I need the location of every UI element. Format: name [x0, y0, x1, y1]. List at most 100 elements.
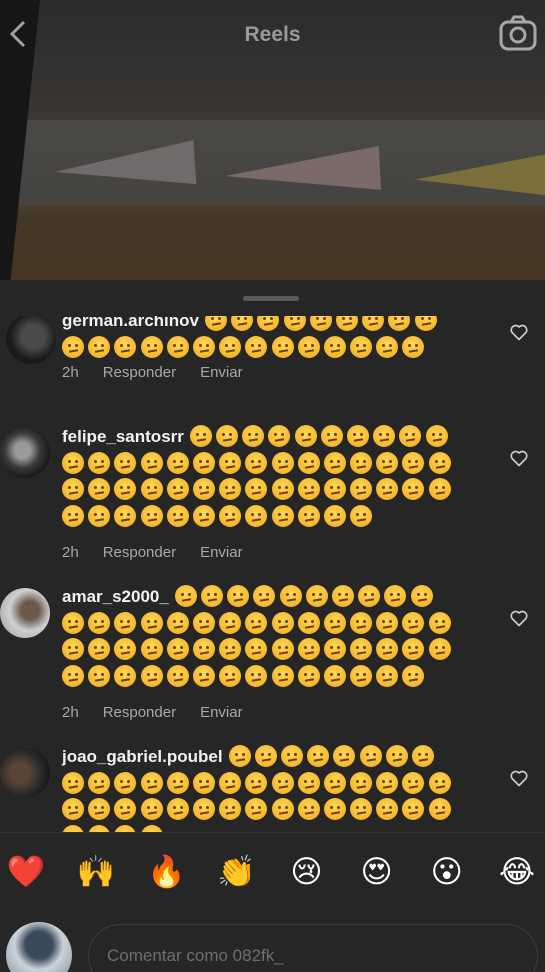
- raised-eyebrow-emoji-icon: [376, 478, 399, 500]
- raised-eyebrow-emoji-icon: [88, 478, 111, 500]
- raised-eyebrow-emoji-icon: [166, 451, 189, 474]
- heart-outline-icon[interactable]: [509, 608, 529, 628]
- raised-eyebrow-emoji-icon: [320, 425, 343, 447]
- emoji-line: [228, 745, 439, 767]
- emoji-line: [62, 451, 455, 474]
- comment-username[interactable]: joao_gabriel.poubel: [62, 747, 223, 766]
- raised-eyebrow-emoji-icon: [376, 638, 399, 660]
- quick-reactions-bar: ❤️ 🙌 🔥 👏 😢 😍 😮 😂: [0, 832, 545, 912]
- reaction-crying-face[interactable]: 😢: [287, 853, 327, 893]
- raised-eyebrow-emoji-icon: [62, 478, 84, 500]
- raised-eyebrow-emoji-icon: [350, 611, 373, 634]
- comment-input[interactable]: Comentar como 082fk_: [88, 924, 538, 972]
- raised-eyebrow-emoji-icon: [140, 771, 163, 794]
- raised-eyebrow-emoji-icon: [335, 316, 358, 331]
- raised-eyebrow-emoji-icon: [62, 664, 84, 687]
- avatar[interactable]: [6, 316, 56, 364]
- raised-eyebrow-emoji-icon: [62, 504, 84, 527]
- avatar[interactable]: [0, 588, 50, 638]
- raised-eyebrow-emoji-icon: [373, 425, 396, 447]
- raised-eyebrow-emoji-icon: [219, 638, 242, 660]
- comment-username[interactable]: german.archinov: [62, 316, 199, 330]
- raised-eyebrow-emoji-icon: [297, 664, 320, 687]
- raised-eyebrow-emoji-icon: [192, 664, 215, 687]
- raised-eyebrow-emoji-icon: [88, 451, 111, 474]
- raised-eyebrow-emoji-icon: [140, 451, 163, 474]
- heart-outline-icon[interactable]: [509, 768, 529, 788]
- raised-eyebrow-emoji-icon: [402, 664, 425, 687]
- raised-eyebrow-emoji-icon: [428, 771, 451, 794]
- raised-eyebrow-emoji-icon: [192, 504, 215, 527]
- raised-eyebrow-emoji-icon: [216, 425, 239, 447]
- raised-eyebrow-emoji-icon: [140, 504, 163, 527]
- emoji-line: [62, 335, 429, 358]
- send-button[interactable]: Enviar: [200, 364, 243, 381]
- raised-eyebrow-emoji-icon: [205, 316, 227, 331]
- raised-eyebrow-emoji-icon: [114, 824, 137, 832]
- raised-eyebrow-emoji-icon: [88, 824, 111, 832]
- raised-eyebrow-emoji-icon: [219, 664, 242, 687]
- chevron-left-icon[interactable]: [6, 18, 30, 50]
- raised-eyebrow-emoji-icon: [192, 638, 215, 660]
- avatar[interactable]: [0, 748, 50, 798]
- raised-eyebrow-emoji-icon: [114, 504, 137, 527]
- raised-eyebrow-emoji-icon: [428, 798, 451, 820]
- reply-button[interactable]: Responder: [103, 364, 176, 381]
- comments-sheet: german.archinov 2h Responder Enviar feli…: [0, 280, 545, 972]
- reaction-clapping-hands[interactable]: 👏: [216, 853, 256, 893]
- drag-handle[interactable]: [243, 296, 299, 301]
- raised-eyebrow-emoji-icon: [280, 745, 303, 767]
- raised-eyebrow-emoji-icon: [385, 745, 408, 767]
- raised-eyebrow-emoji-icon: [425, 425, 448, 447]
- raised-eyebrow-emoji-icon: [347, 425, 370, 447]
- comment-username[interactable]: felipe_santosrr: [62, 427, 184, 446]
- reaction-surprised-face[interactable]: 😮: [427, 853, 467, 893]
- emoji-line: [174, 585, 437, 607]
- raised-eyebrow-emoji-icon: [62, 451, 84, 474]
- heart-outline-icon[interactable]: [509, 448, 529, 468]
- reaction-laughing-face[interactable]: 😂: [497, 853, 537, 893]
- raised-eyebrow-emoji-icon: [359, 745, 382, 767]
- reaction-raising-hands[interactable]: 🙌: [76, 853, 116, 893]
- raised-eyebrow-emoji-icon: [358, 585, 381, 607]
- raised-eyebrow-emoji-icon: [350, 504, 373, 527]
- avatar[interactable]: [0, 428, 50, 478]
- raised-eyebrow-emoji-icon: [192, 611, 215, 634]
- raised-eyebrow-emoji-icon: [219, 504, 242, 527]
- comment-composer: Comentar como 082fk_: [0, 914, 545, 972]
- raised-eyebrow-emoji-icon: [219, 335, 242, 358]
- reaction-fire[interactable]: 🔥: [146, 853, 186, 893]
- reel-video[interactable]: Reels: [0, 0, 545, 290]
- raised-eyebrow-emoji-icon: [333, 745, 356, 767]
- raised-eyebrow-emoji-icon: [428, 638, 451, 660]
- raised-eyebrow-emoji-icon: [402, 611, 425, 634]
- pennant: [223, 145, 382, 199]
- reply-button[interactable]: Responder: [103, 704, 176, 721]
- raised-eyebrow-emoji-icon: [297, 638, 320, 660]
- camera-icon[interactable]: [499, 14, 537, 52]
- raised-eyebrow-emoji-icon: [245, 335, 268, 358]
- raised-eyebrow-emoji-icon: [219, 798, 242, 820]
- raised-eyebrow-emoji-icon: [192, 771, 215, 794]
- raised-eyebrow-emoji-icon: [192, 451, 215, 474]
- raised-eyebrow-emoji-icon: [297, 771, 320, 794]
- send-button[interactable]: Enviar: [200, 544, 243, 561]
- raised-eyebrow-emoji-icon: [362, 316, 385, 331]
- raised-eyebrow-emoji-icon: [410, 585, 433, 607]
- comment-username[interactable]: amar_s2000_: [62, 587, 169, 606]
- raised-eyebrow-emoji-icon: [297, 335, 320, 358]
- raised-eyebrow-emoji-icon: [350, 771, 373, 794]
- heart-outline-icon[interactable]: [509, 322, 529, 342]
- send-button[interactable]: Enviar: [200, 704, 243, 721]
- reaction-heart-eyes[interactable]: 😍: [357, 853, 397, 893]
- raised-eyebrow-emoji-icon: [402, 798, 425, 820]
- raised-eyebrow-emoji-icon: [219, 611, 242, 634]
- raised-eyebrow-emoji-icon: [307, 745, 330, 767]
- raised-eyebrow-emoji-icon: [428, 478, 451, 500]
- raised-eyebrow-emoji-icon: [268, 425, 291, 447]
- comments-list[interactable]: german.archinov 2h Responder Enviar feli…: [0, 316, 545, 832]
- raised-eyebrow-emoji-icon: [350, 451, 373, 474]
- emoji-line: [62, 638, 455, 660]
- reaction-red-heart[interactable]: ❤️: [6, 853, 46, 893]
- reply-button[interactable]: Responder: [103, 544, 176, 561]
